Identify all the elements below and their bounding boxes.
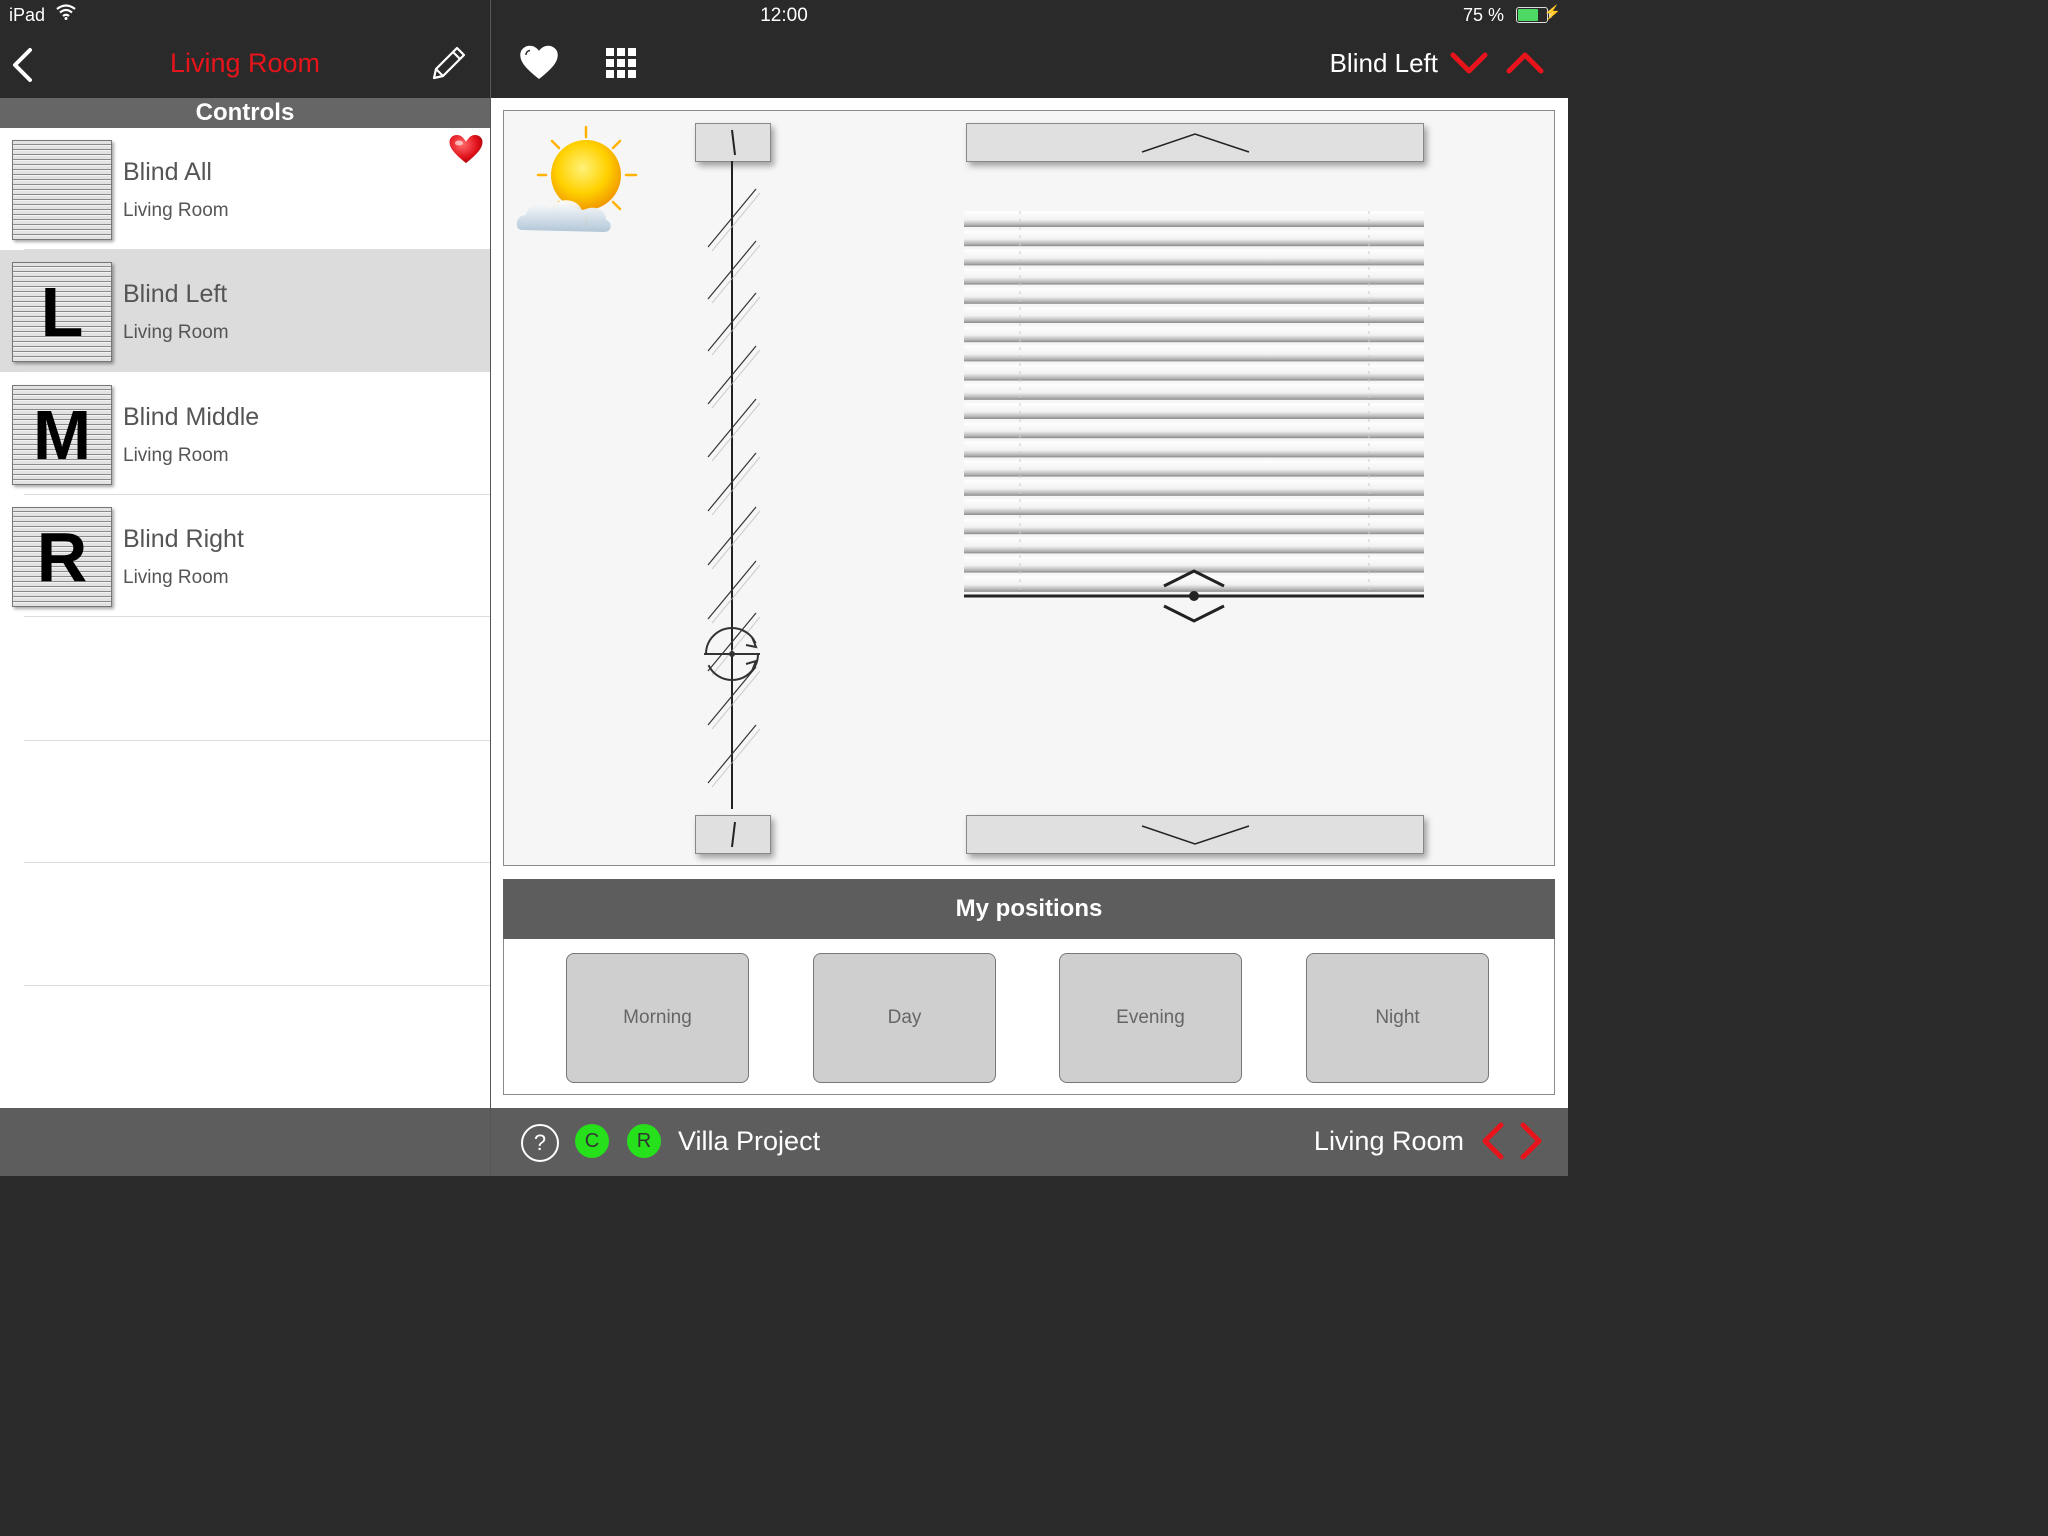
list-item[interactable]: M Blind Middle Living Room xyxy=(0,373,490,495)
control-name: Blind Middle xyxy=(123,403,260,431)
chevron-right-icon[interactable] xyxy=(1518,1122,1544,1165)
blind-slat xyxy=(964,345,1424,362)
blind-slat xyxy=(964,249,1424,266)
footer-bar: ? C R Villa Project Living Room xyxy=(491,1108,1568,1176)
control-name: Blind All xyxy=(123,158,212,186)
blind-slat xyxy=(964,518,1424,535)
heart-icon[interactable] xyxy=(519,45,559,86)
controls-pane: Controls Blind All Living Room L Blind L… xyxy=(0,98,490,1108)
control-room: Living Room xyxy=(123,567,229,588)
chevron-up-icon[interactable] xyxy=(1506,50,1544,81)
favorite-heart-icon xyxy=(446,131,486,173)
blind-slat xyxy=(964,230,1424,247)
control-name: Blind Right xyxy=(123,525,244,553)
positions-header: My positions xyxy=(503,879,1555,939)
device-title: Blind Left xyxy=(1329,48,1438,78)
blind-slat xyxy=(964,326,1424,343)
blind-thumbnail: R xyxy=(12,507,112,607)
blind-slat xyxy=(964,499,1424,515)
footer-room-name: Living Room xyxy=(1313,1126,1464,1156)
position-morning-button[interactable]: Morning xyxy=(566,953,749,1083)
tilt-open-button[interactable] xyxy=(695,123,771,162)
blind-thumbnail: M xyxy=(12,385,112,485)
positions-panel: Morning Day Evening Night xyxy=(503,939,1555,1095)
blind-visualization xyxy=(503,110,1555,866)
connection-badge-r[interactable]: R xyxy=(627,1124,661,1158)
empty-row-divider xyxy=(24,985,490,986)
status-bar: iPad 12:00 75 % ⚡ xyxy=(0,0,1568,32)
list-item[interactable]: Blind All Living Room xyxy=(0,128,490,250)
list-item[interactable]: R Blind Right Living Room xyxy=(0,495,490,617)
empty-row-divider xyxy=(24,862,490,863)
clock: 12:00 xyxy=(760,5,808,26)
control-room: Living Room xyxy=(123,200,229,221)
blind-slat xyxy=(964,307,1424,323)
blind-slat xyxy=(964,403,1424,419)
list-item[interactable]: L Blind Left Living Room xyxy=(0,250,490,372)
position-night-button[interactable]: Night xyxy=(1306,953,1489,1083)
blind-slat xyxy=(964,287,1424,304)
blind-down-button[interactable] xyxy=(966,815,1424,854)
blind-thumbnail: L xyxy=(12,262,112,362)
blind-thumbnail xyxy=(12,140,112,240)
blind-slat xyxy=(964,479,1424,496)
position-day-button[interactable]: Day xyxy=(813,953,996,1083)
control-name: Blind Left xyxy=(123,280,228,308)
blind-slat xyxy=(964,422,1424,439)
left-footer xyxy=(0,1108,490,1176)
pane-divider xyxy=(490,0,491,1176)
chevron-down-icon[interactable] xyxy=(1450,50,1488,81)
grid-icon[interactable] xyxy=(605,47,637,84)
room-title: Living Room xyxy=(169,48,321,78)
control-room: Living Room xyxy=(123,322,229,343)
blind-slats[interactable] xyxy=(964,211,1426,631)
empty-row-divider xyxy=(24,740,490,741)
pencil-icon[interactable] xyxy=(428,44,468,89)
sun-cloud-icon xyxy=(516,125,640,245)
tilt-close-button[interactable] xyxy=(695,815,771,854)
blind-slat xyxy=(964,364,1424,381)
chevron-left-icon[interactable] xyxy=(1480,1122,1506,1165)
position-evening-button[interactable]: Evening xyxy=(1059,953,1242,1083)
right-nav-bar: Blind Left xyxy=(491,32,1568,98)
blind-slat xyxy=(964,211,1424,227)
project-name: Villa Project xyxy=(678,1126,821,1156)
connection-badge-c[interactable]: C xyxy=(575,1124,609,1158)
charging-icon: ⚡ xyxy=(1543,4,1561,20)
battery-percent: 75 % xyxy=(1462,5,1504,25)
blind-slat xyxy=(964,537,1424,554)
blind-slat xyxy=(964,383,1424,400)
blind-slat xyxy=(964,441,1424,458)
blind-detail-pane: My positions Morning Day Evening Night xyxy=(491,98,1568,1108)
controls-header: Controls xyxy=(0,98,490,128)
blind-up-button[interactable] xyxy=(966,123,1424,162)
blind-slat xyxy=(964,268,1424,285)
blind-slat xyxy=(964,460,1424,477)
left-nav-bar: Living Room xyxy=(0,32,490,98)
control-room: Living Room xyxy=(123,445,229,466)
blind-slat xyxy=(964,575,1424,592)
help-button[interactable]: ? xyxy=(521,1124,559,1162)
slat-tilt-indicator[interactable] xyxy=(694,161,774,815)
